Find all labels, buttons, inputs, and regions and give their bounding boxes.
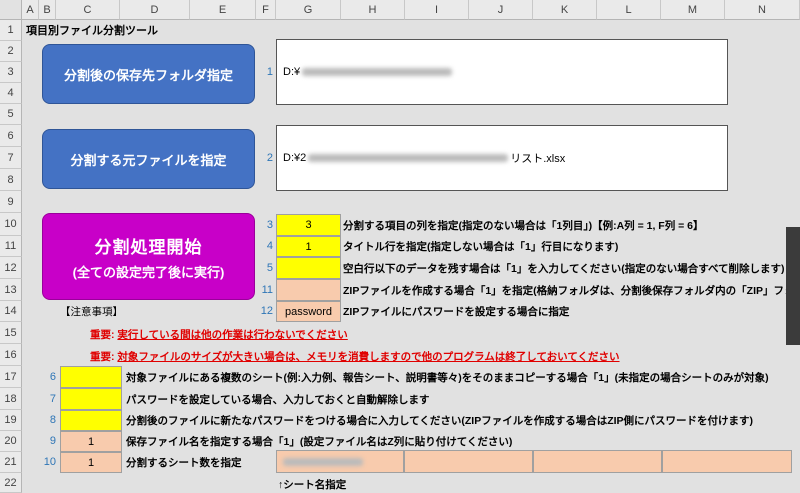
zip-password-input[interactable]: password — [276, 301, 341, 322]
zip-create-input[interactable] — [276, 279, 341, 301]
setting-number-9: 9 — [49, 435, 56, 447]
column-header-k[interactable]: K — [533, 0, 597, 20]
column-header-i[interactable]: I — [405, 0, 469, 20]
row-header-11[interactable]: 11 — [0, 236, 22, 257]
keep-blank-data-input[interactable] — [276, 257, 341, 279]
unlock-password-input[interactable] — [60, 388, 122, 410]
sheet-name-cell-2[interactable] — [404, 450, 533, 473]
redacted-path — [302, 68, 453, 76]
tool-title: 項目別ファイル分割ツール — [26, 25, 158, 37]
start-split-sublabel: (全ての設定完了後に実行) — [72, 264, 225, 280]
column-header-g[interactable]: G — [276, 0, 341, 20]
warning-2: 重要: 対象ファイルのサイズが大きい場合は、メモリを消費しますので他のプログラム… — [90, 349, 620, 364]
row-header-10[interactable]: 10 — [0, 213, 22, 236]
row-header-7[interactable]: 7 — [0, 147, 22, 169]
start-split-button[interactable]: 分割処理開始 (全ての設定完了後に実行) — [42, 213, 255, 300]
source-file-path-prefix: D:¥2 — [283, 152, 307, 164]
zip-password-label: ZIPファイルにパスワードを設定する場合に指定 — [343, 306, 570, 318]
row-header-4[interactable]: 4 — [0, 83, 22, 104]
column-header-c[interactable]: C — [56, 0, 120, 20]
title-row-label: タイトル行を指定(指定しない場合は「1」行目になります) — [343, 241, 619, 253]
zip-create-label: ZIPファイルを作成する場合「1」を指定(格納フォルダは、分割後保存フォルダ内の… — [343, 284, 800, 297]
sheet-count-label: 分割するシート数を指定 — [126, 457, 242, 469]
warning-2-text: 対象ファイルのサイズが大きい場合は、メモリを消費しますので他のプログラムは終了し… — [117, 351, 620, 363]
column-header-m[interactable]: M — [661, 0, 725, 20]
row-header-6[interactable]: 6 — [0, 125, 22, 147]
unlock-password-label: パスワードを設定している場合、入力しておくと自動解除します — [126, 393, 430, 406]
redacted-sheet-name — [283, 457, 363, 466]
new-password-input[interactable] — [60, 410, 122, 431]
row-header-19[interactable]: 19 — [0, 410, 22, 431]
file-name-mode-label: 保存ファイル名を指定する場合「1」(設定ファイル名はZ列に貼り付けてください) — [126, 436, 513, 448]
sheet-name-cell-1[interactable] — [276, 450, 404, 473]
column-header-f[interactable]: F — [256, 0, 276, 20]
sheet-name-hint: ↑シート名指定 — [278, 479, 347, 491]
row-header-9[interactable]: 9 — [0, 191, 22, 213]
row-header-18[interactable]: 18 — [0, 388, 22, 410]
sheet-name-cell-4[interactable] — [662, 450, 792, 473]
column-header-a[interactable]: A — [22, 0, 39, 20]
row-header-2[interactable]: 2 — [0, 41, 22, 62]
warning-1-prefix: 重要: — [90, 329, 115, 341]
warning-2-prefix: 重要: — [90, 351, 115, 363]
setting-number-11: 11 — [261, 284, 273, 296]
setting-number-2: 2 — [266, 152, 273, 164]
row-header-8[interactable]: 8 — [0, 169, 22, 191]
select-all-corner[interactable] — [0, 0, 22, 20]
column-header-d[interactable]: D — [120, 0, 190, 20]
start-split-label: 分割処理開始 — [94, 237, 203, 257]
title-row-input[interactable]: 1 — [276, 236, 341, 257]
setting-number-3: 3 — [266, 219, 273, 231]
setting-number-10: 10 — [43, 456, 56, 468]
copy-sheets-input[interactable] — [60, 366, 122, 388]
setting-number-8: 8 — [49, 414, 56, 426]
setting-number-6: 6 — [49, 371, 56, 383]
split-column-input[interactable]: 3 — [276, 214, 341, 236]
row-header-17[interactable]: 17 — [0, 366, 22, 388]
warning-1-text: 実行している間は他の作業は行わないでください — [117, 329, 348, 341]
row-header-5[interactable]: 5 — [0, 104, 22, 125]
copy-sheets-label: 対象ファイルにある複数のシート(例:入力例、報告シート、説明書等々)をそのままコ… — [126, 371, 769, 384]
row-header-12[interactable]: 12 — [0, 257, 22, 279]
column-header-j[interactable]: J — [469, 0, 533, 20]
setting-number-4: 4 — [266, 240, 273, 252]
setting-number-1: 1 — [266, 66, 273, 78]
row-header-1[interactable]: 1 — [0, 20, 22, 41]
row-header-16[interactable]: 16 — [0, 344, 22, 366]
row-header-20[interactable]: 20 — [0, 431, 22, 452]
redacted-path — [308, 154, 509, 162]
row-header-22[interactable]: 22 — [0, 473, 22, 493]
setting-number-5: 5 — [266, 262, 273, 274]
row-header-13[interactable]: 13 — [0, 279, 22, 301]
column-header-e[interactable]: E — [190, 0, 256, 20]
save-folder-button[interactable]: 分割後の保存先フォルダ指定 — [42, 44, 255, 104]
row-header-14[interactable]: 14 — [0, 301, 22, 322]
save-folder-path-prefix: D:¥ — [283, 66, 301, 78]
setting-number-7: 7 — [49, 393, 56, 405]
sheet-name-cell-3[interactable] — [533, 450, 662, 473]
side-panel-tab[interactable] — [786, 227, 800, 345]
source-file-path-field[interactable]: D:¥2 リスト.xlsx — [276, 125, 728, 191]
sheet-count-input[interactable]: 1 — [60, 452, 122, 473]
file-name-mode-input[interactable]: 1 — [60, 431, 122, 452]
column-header-b[interactable]: B — [39, 0, 56, 20]
warning-1: 重要: 実行している間は他の作業は行わないでください — [90, 327, 348, 342]
notes-header: 【注意事項】 — [60, 306, 123, 318]
column-header-l[interactable]: L — [597, 0, 661, 20]
column-header-h[interactable]: H — [341, 0, 405, 20]
new-password-label: 分割後のファイルに新たなパスワードをつける場合に入力してください(ZIPファイル… — [126, 415, 754, 427]
source-file-path-suffix: リスト.xlsx — [510, 153, 566, 165]
setting-number-12: 12 — [260, 305, 273, 317]
keep-blank-data-label: 空白行以下のデータを残す場合は「1」を入力してください(指定のない場合すべて削除… — [343, 262, 785, 275]
source-file-button[interactable]: 分割する元ファイルを指定 — [42, 129, 255, 189]
row-header-21[interactable]: 21 — [0, 452, 22, 473]
split-column-label: 分割する項目の列を指定(指定のない場合は「1列目」)【例:A列 = 1, F列 … — [343, 219, 704, 232]
row-header-15[interactable]: 15 — [0, 322, 22, 344]
row-header-3[interactable]: 3 — [0, 62, 22, 83]
column-header-n[interactable]: N — [725, 0, 800, 20]
save-folder-path-field[interactable]: D:¥ — [276, 39, 728, 105]
